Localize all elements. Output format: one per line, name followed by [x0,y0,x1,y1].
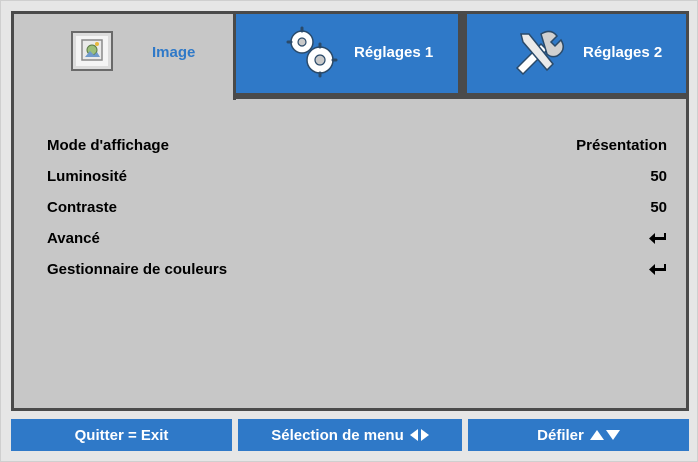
footer-menu-select: Sélection de menu [238,419,462,451]
tab-label: Réglages 1 [354,44,434,61]
footer-select-label: Sélection de menu [271,426,404,444]
osd-window: Image Réglages 1 Réglages 2 Mode d'affic… [0,0,698,462]
arrow-down-icon [605,430,620,440]
menu-item-label: Avancé [47,229,100,247]
menu-item-label: Gestionnaire de couleurs [47,260,228,278]
tab-image[interactable]: Image [14,14,236,100]
arrow-left-icon [409,429,418,441]
menu-item-value: 50 [650,167,667,185]
footer-scroll: Défiler [468,419,689,451]
menu-item-value: 50 [650,198,667,216]
menu-item-label: Mode d'affichage [47,136,169,154]
tab-separator [236,96,686,99]
tab-label: Image [152,44,196,61]
tab-reglages-2[interactable]: Réglages 2 [464,14,686,96]
menu-item-luminosite[interactable]: Luminosité 50 [47,161,667,191]
tab-reglages-1[interactable]: Réglages 1 [236,14,461,96]
menu-item-gestionnaire-couleurs[interactable]: Gestionnaire de couleurs [47,254,667,284]
menu-item-value: Présentation [576,136,667,154]
enter-icon [649,263,667,275]
footer-scroll-label: Défiler [537,426,584,444]
menu-item-avance[interactable]: Avancé [47,223,667,253]
menu-panel: Image Réglages 1 Réglages 2 Mode d'affic… [11,11,689,411]
menu-item-contraste[interactable]: Contraste 50 [47,192,667,222]
arrow-up-icon [589,430,604,440]
footer-exit: Quitter = Exit [11,419,232,451]
gears-icon [280,24,342,80]
tools-icon [507,24,567,80]
footer-exit-label: Quitter = Exit [74,426,169,444]
menu-item-label: Contraste [47,198,118,216]
tab-label: Réglages 2 [583,44,663,61]
arrow-right-icon [420,429,429,441]
image-settings-icon [71,31,113,71]
menu-item-label: Luminosité [47,167,128,185]
menu-item-mode-affichage[interactable]: Mode d'affichage Présentation [47,130,667,160]
enter-icon [649,232,667,244]
